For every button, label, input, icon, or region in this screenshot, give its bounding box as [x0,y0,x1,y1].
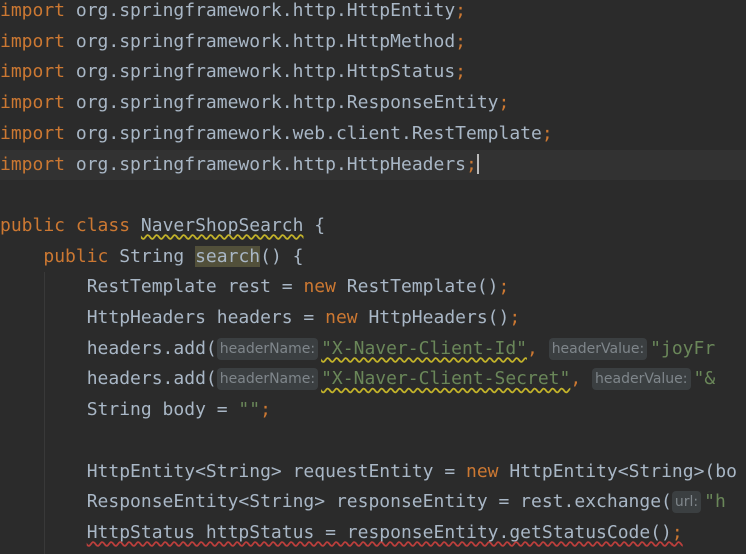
code-line[interactable]: public String search() { [0,242,303,272]
code-token: HttpEntity< [498,460,629,482]
code-token: headers.add( [0,337,217,359]
code-token: org.springframework.http.HttpHeaders [65,153,466,175]
code-token: org.springframework.http.HttpMethod [65,30,456,52]
code-token: String [108,245,196,267]
code-token: "& [693,368,716,390]
code-token: new [325,307,358,328]
code-token: ; [455,61,467,83]
code-token: import [0,30,66,52]
code-token: ; [541,122,553,144]
code-token: org.springframework.http.ResponseEntity [65,92,499,114]
code-token: public [0,214,66,236]
code-token: import [0,122,66,144]
code-token: public [43,245,109,267]
code-line[interactable]: import org.springframework.http.HttpMeth… [0,27,466,57]
code-token: () { [260,245,304,267]
code-token: HttpHeaders headers = [0,307,326,328]
code-token: "joyFr [650,337,716,359]
code-token: import [0,92,66,114]
code-line[interactable]: import org.springframework.http.HttpHead… [0,149,746,180]
code-token: new [466,460,499,482]
parameter-hint: headerValue: [592,368,691,391]
code-token: HttpStatus httpStatus = responseEntity.g… [86,521,672,543]
code-token: , [527,337,538,359]
code-line[interactable]: ResponseEntity<String> responseEntity = … [0,487,726,517]
code-line[interactable]: HttpEntity<String> requestEntity = new H… [0,457,737,487]
parameter-hint: headerValue: [548,337,648,360]
code-token: search [195,245,261,267]
code-token: String [628,460,694,482]
code-token: ResponseEntity<String> responseEntity = … [0,491,672,513]
text-caret [476,153,479,174]
code-line[interactable]: import org.springframework.http.Response… [0,88,509,118]
code-token: { [303,214,326,236]
code-token: RestTemplate() [335,276,499,298]
code-line[interactable]: import org.springframework.http.HttpEnti… [0,0,466,26]
code-token: import [0,0,66,21]
code-token: org.springframework.http.HttpStatus [65,61,456,83]
code-token: "X-Naver-Client-Id" [321,337,527,359]
code-token: ; [260,399,271,421]
code-line[interactable]: import org.springframework.http.HttpStat… [0,57,466,87]
code-token: new [303,276,336,298]
parameter-hint: url: [671,491,702,514]
code-token: org.springframework.web.client.RestTempl… [65,122,542,144]
parameter-hint: headerName: [216,337,319,360]
code-token: class [75,214,131,236]
code-token: org.springframework.http.HttpEntity [65,0,456,21]
code-token: HttpEntity<String> requestEntity = [0,460,466,482]
code-line[interactable]: RestTemplate rest = new RestTemplate(); [0,272,510,302]
code-token: headers.add( [0,368,217,390]
code-token: "X-Naver-Client-Secret" [321,368,571,390]
code-line[interactable]: public class NaverShopSearch { [0,211,325,241]
code-token: >(bo [693,460,737,482]
code-line[interactable]: HttpStatus httpStatus = responseEntity.g… [0,518,683,548]
code-token: ; [455,30,467,52]
code-line[interactable]: String body = ""; [0,395,271,425]
code-token: NaverShopSearch [140,214,304,236]
code-token: , [570,368,582,390]
code-line[interactable]: headers.add(headerName: "X-Naver-Client-S… [0,364,715,394]
code-editor[interactable]: import org.springframework.http.HttpEnti… [0,0,746,554]
code-token: ; [671,521,683,543]
code-token: "h [704,491,726,513]
code-token: ; [498,276,510,298]
code-token: ; [455,0,467,21]
code-token: HttpHeaders() [357,307,510,328]
code-line[interactable]: headers.add(headerName: "X-Naver-Client-I… [0,334,715,364]
code-token: ; [509,307,521,328]
code-token: String body = [0,399,239,421]
code-line[interactable]: HttpHeaders headers = new HttpHeaders(); [0,303,521,333]
parameter-hint: headerName: [216,368,319,391]
code-token: "" [238,399,261,421]
code-token: ; [466,153,477,175]
code-token: RestTemplate rest = [0,276,304,298]
code-token: ; [498,92,510,114]
code-line[interactable]: import org.springframework.web.client.Re… [0,119,553,149]
code-token: import [0,153,66,175]
code-token: import [0,61,66,83]
